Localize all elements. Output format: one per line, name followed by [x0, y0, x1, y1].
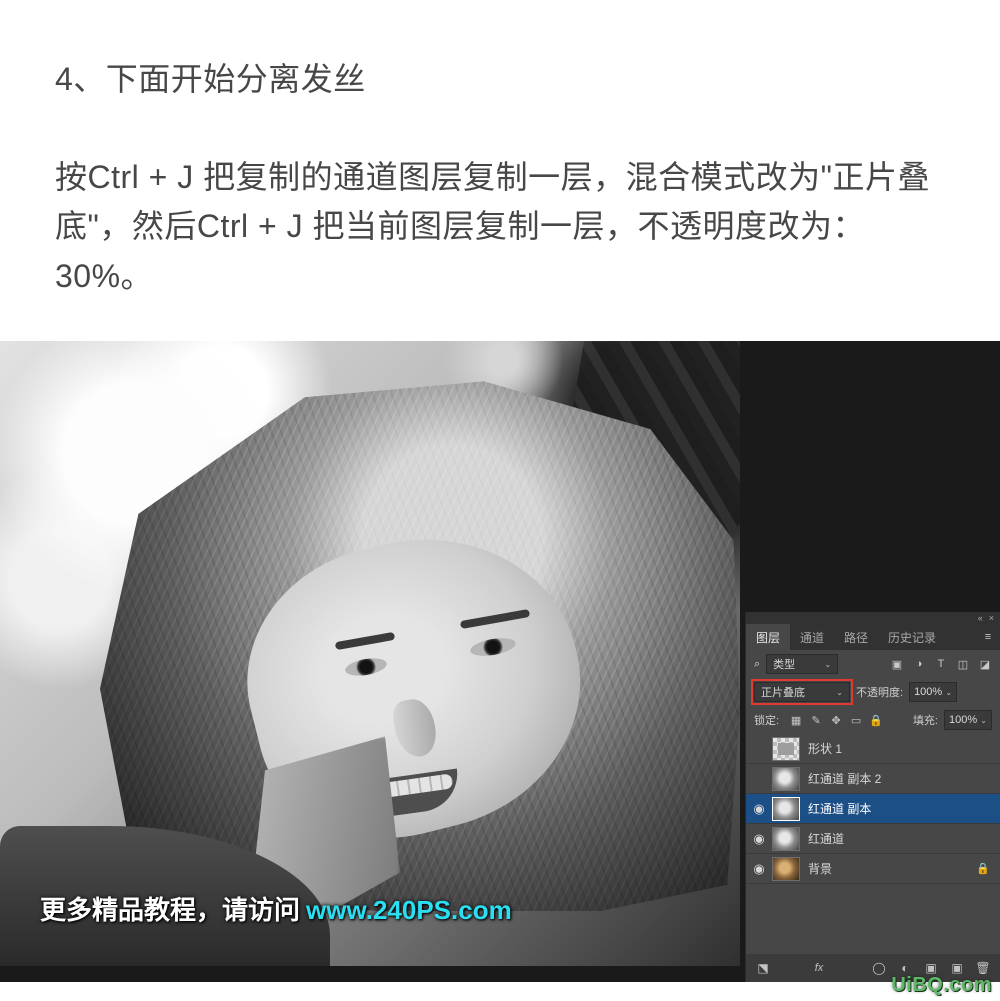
- filter-adjust-icon[interactable]: ◑: [912, 658, 926, 671]
- promo-caption-link[interactable]: www.240PS.com: [306, 895, 512, 926]
- step-body: 按Ctrl + J 把复制的通道图层复制一层，混合模式改为"正片叠底"，然后Ct…: [55, 153, 945, 302]
- layer-name[interactable]: 红通道 副本: [808, 800, 871, 817]
- filter-type-icons: ▣ ◑ T ◫ ◪: [890, 658, 992, 671]
- link-layers-icon[interactable]: ⬔: [756, 961, 770, 975]
- filter-pixel-icon[interactable]: ▣: [890, 658, 904, 671]
- tab-channels[interactable]: 通道: [790, 624, 834, 650]
- visibility-toggle[interactable]: ◉: [746, 861, 772, 877]
- layer-thumbnail[interactable]: [772, 797, 800, 821]
- lock-row: 锁定: ▦ ✎ ✥ ▭ 🔒 填充: 100% ⌄: [746, 706, 1000, 734]
- lock-all-icon[interactable]: 🔒: [869, 714, 883, 727]
- search-icon[interactable]: ⌕: [754, 658, 760, 671]
- layer-thumbnail[interactable]: [772, 857, 800, 881]
- layers-list: 形状 1 红通道 副本 2 ◉ 红通道 副本 ◉ 红通道 ◉ 背景 �: [746, 734, 1000, 884]
- fill-input[interactable]: 100% ⌄: [944, 710, 992, 730]
- tab-layers[interactable]: 图层: [746, 624, 790, 650]
- lock-icon: 🔒: [976, 862, 990, 875]
- add-mask-icon[interactable]: ◯: [872, 961, 886, 975]
- layer-fx-icon[interactable]: fx: [812, 962, 826, 974]
- layer-row[interactable]: 形状 1: [746, 734, 1000, 764]
- editor-screenshot: « × 图层 通道 路径 历史记录 ≡ ⌕ 类型 ⌄ ▣ ◑ T ◫ ◪: [0, 341, 1000, 982]
- lock-artboard-icon[interactable]: ▭: [849, 714, 863, 727]
- layers-panel: « × 图层 通道 路径 历史记录 ≡ ⌕ 类型 ⌄ ▣ ◑ T ◫ ◪: [745, 612, 1000, 982]
- filter-text-icon[interactable]: T: [934, 658, 948, 671]
- promo-caption: 更多精品教程，请访问 www.240PS.com: [40, 890, 512, 927]
- layer-filter-row: ⌕ 类型 ⌄ ▣ ◑ T ◫ ◪: [746, 650, 1000, 678]
- opacity-input[interactable]: 100% ⌄: [909, 682, 957, 702]
- filter-kind-select[interactable]: 类型 ⌄: [766, 654, 838, 674]
- opacity-label: 不透明度:: [856, 684, 903, 700]
- layer-row[interactable]: 红通道 副本 2: [746, 764, 1000, 794]
- blend-mode-select[interactable]: 正片叠底 ⌄: [754, 682, 850, 702]
- chevron-down-icon: ⌄: [980, 716, 987, 725]
- filter-smart-icon[interactable]: ◪: [978, 658, 992, 671]
- opacity-value: 100%: [914, 686, 942, 698]
- layer-row[interactable]: ◉ 红通道 副本: [746, 794, 1000, 824]
- chevron-down-icon: ⌄: [945, 688, 952, 697]
- fill-value: 100%: [949, 714, 977, 726]
- layer-thumbnail[interactable]: [772, 767, 800, 791]
- layer-row[interactable]: ◉ 背景 🔒: [746, 854, 1000, 884]
- chevron-down-icon: ⌄: [824, 660, 831, 669]
- promo-caption-text: 更多精品教程，请访问: [40, 890, 300, 927]
- blend-mode-value: 正片叠底: [761, 684, 805, 700]
- chevron-down-icon: ⌄: [836, 688, 843, 697]
- tutorial-text-block: 4、下面开始分离发丝 按Ctrl + J 把复制的通道图层复制一层，混合模式改为…: [0, 0, 1000, 341]
- panel-tabs: 图层 通道 路径 历史记录 ≡: [746, 624, 1000, 650]
- lock-label: 锁定:: [754, 712, 779, 728]
- layer-row[interactable]: ◉ 红通道: [746, 824, 1000, 854]
- layer-thumbnail[interactable]: [772, 827, 800, 851]
- panel-menu-icon[interactable]: ≡: [976, 624, 1000, 650]
- step-heading: 4、下面开始分离发丝: [55, 55, 945, 105]
- layer-name[interactable]: 背景: [808, 860, 832, 877]
- fill-label: 填充:: [913, 712, 938, 728]
- tab-history[interactable]: 历史记录: [878, 624, 946, 650]
- lock-pixels-icon[interactable]: ▦: [789, 714, 803, 727]
- collapse-icon[interactable]: «: [978, 613, 983, 623]
- tab-paths[interactable]: 路径: [834, 624, 878, 650]
- lock-position-icon[interactable]: ✥: [829, 714, 843, 727]
- layer-name[interactable]: 红通道: [808, 830, 844, 847]
- close-icon[interactable]: ×: [989, 613, 994, 623]
- blend-mode-row: 正片叠底 ⌄ 不透明度: 100% ⌄: [746, 678, 1000, 706]
- layer-name[interactable]: 形状 1: [808, 740, 842, 757]
- layer-name[interactable]: 红通道 副本 2: [808, 770, 881, 787]
- visibility-toggle[interactable]: ◉: [746, 831, 772, 847]
- lock-brush-icon[interactable]: ✎: [809, 714, 823, 727]
- layer-thumbnail[interactable]: [772, 737, 800, 761]
- filter-kind-label: 类型: [773, 656, 795, 672]
- lock-icon-group: ▦ ✎ ✥ ▭ 🔒: [789, 714, 883, 727]
- visibility-toggle[interactable]: ◉: [746, 801, 772, 817]
- site-watermark: UiBQ.com: [891, 974, 992, 997]
- filter-shape-icon[interactable]: ◫: [956, 658, 970, 671]
- panel-topstrip: « ×: [746, 612, 1000, 624]
- canvas-image: [0, 341, 740, 966]
